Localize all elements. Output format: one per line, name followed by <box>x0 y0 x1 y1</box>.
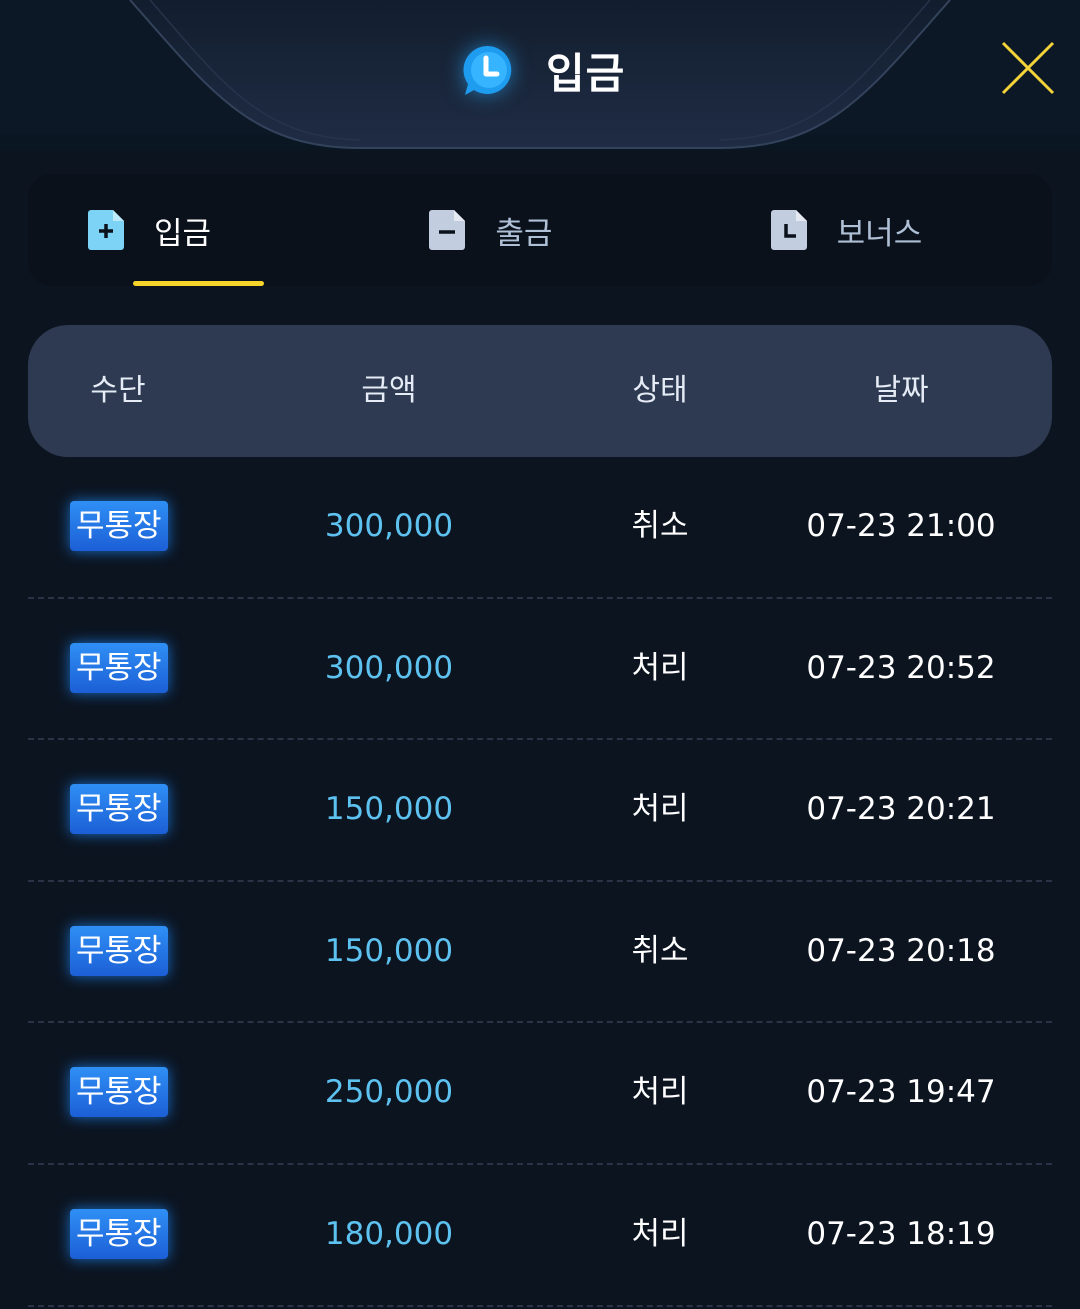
status-cell: 취소 <box>631 932 689 969</box>
table-row: 무통장 300,000 처리 07-23 20:52 <box>28 599 1052 741</box>
date-cell: 07-23 18:19 <box>806 1215 996 1252</box>
tab-withdraw[interactable]: 출금 <box>369 174 710 286</box>
method-badge: 무통장 <box>70 642 168 693</box>
table-row: 무통장 300,000 취소 07-23 21:00 <box>28 457 1052 599</box>
table-header: 수단 금액 상태 날짜 <box>28 325 1052 457</box>
column-header-date: 날짜 <box>873 373 929 408</box>
column-header-method: 수단 <box>90 373 146 408</box>
amount-cell: 180,000 <box>324 1215 454 1252</box>
tab-deposit[interactable]: 입금 <box>28 174 369 286</box>
tab-label: 보너스 <box>836 215 923 252</box>
amount-cell: 250,000 <box>324 1074 454 1111</box>
page-title: 입금 <box>546 48 626 98</box>
table-row: 무통장 180,000 처리 07-23 18:19 <box>28 1165 1052 1307</box>
plus-document-icon <box>88 210 124 250</box>
status-cell: 처리 <box>631 1074 689 1111</box>
clock-document-icon <box>770 210 807 250</box>
method-badge: 무통장 <box>70 501 168 551</box>
method-badge: 무통장 <box>70 1208 168 1259</box>
date-cell: 07-23 20:21 <box>806 791 996 828</box>
table-row: 무통장 150,000 처리 07-23 20:21 <box>28 740 1052 882</box>
column-header-status: 상태 <box>632 373 688 408</box>
date-cell: 07-23 21:00 <box>806 508 996 544</box>
deposit-history-list: 무통장 300,000 취소 07-23 21:00 무통장 300,000 처… <box>28 457 1052 1307</box>
minus-document-icon <box>429 210 466 250</box>
clock-chat-icon <box>463 45 512 95</box>
tab-label: 출금 <box>495 215 553 252</box>
table-row: 무통장 150,000 취소 07-23 20:18 <box>28 882 1052 1024</box>
header-title-group: 입금 <box>460 38 625 102</box>
date-cell: 07-23 20:18 <box>806 932 996 969</box>
tab-bonus[interactable]: 보너스 <box>711 174 1052 286</box>
date-cell: 07-23 20:52 <box>806 649 996 686</box>
deposit-panel: 입금 입금 출금 보너스 수단 금액 상태 날짜 무통장 300,000 취소 … <box>0 0 1080 1309</box>
header: 입금 <box>0 0 1080 150</box>
amount-cell: 300,000 <box>324 649 454 686</box>
column-header-amount: 금액 <box>361 373 417 408</box>
close-icon[interactable] <box>998 38 1058 98</box>
date-cell: 07-23 19:47 <box>806 1074 996 1111</box>
amount-cell: 300,000 <box>324 508 454 544</box>
status-cell: 처리 <box>631 791 689 828</box>
amount-cell: 150,000 <box>324 932 454 969</box>
status-cell: 처리 <box>631 1215 689 1252</box>
table-row: 무통장 250,000 처리 07-23 19:47 <box>28 1023 1052 1165</box>
active-tab-indicator <box>133 281 264 286</box>
status-cell: 처리 <box>631 649 689 686</box>
method-badge: 무통장 <box>70 784 168 835</box>
tab-bar: 입금 출금 보너스 <box>28 174 1052 286</box>
method-badge: 무통장 <box>70 1067 168 1118</box>
tab-label: 입금 <box>154 215 212 252</box>
amount-cell: 150,000 <box>324 791 454 828</box>
status-cell: 취소 <box>631 508 689 544</box>
method-badge: 무통장 <box>70 925 168 976</box>
